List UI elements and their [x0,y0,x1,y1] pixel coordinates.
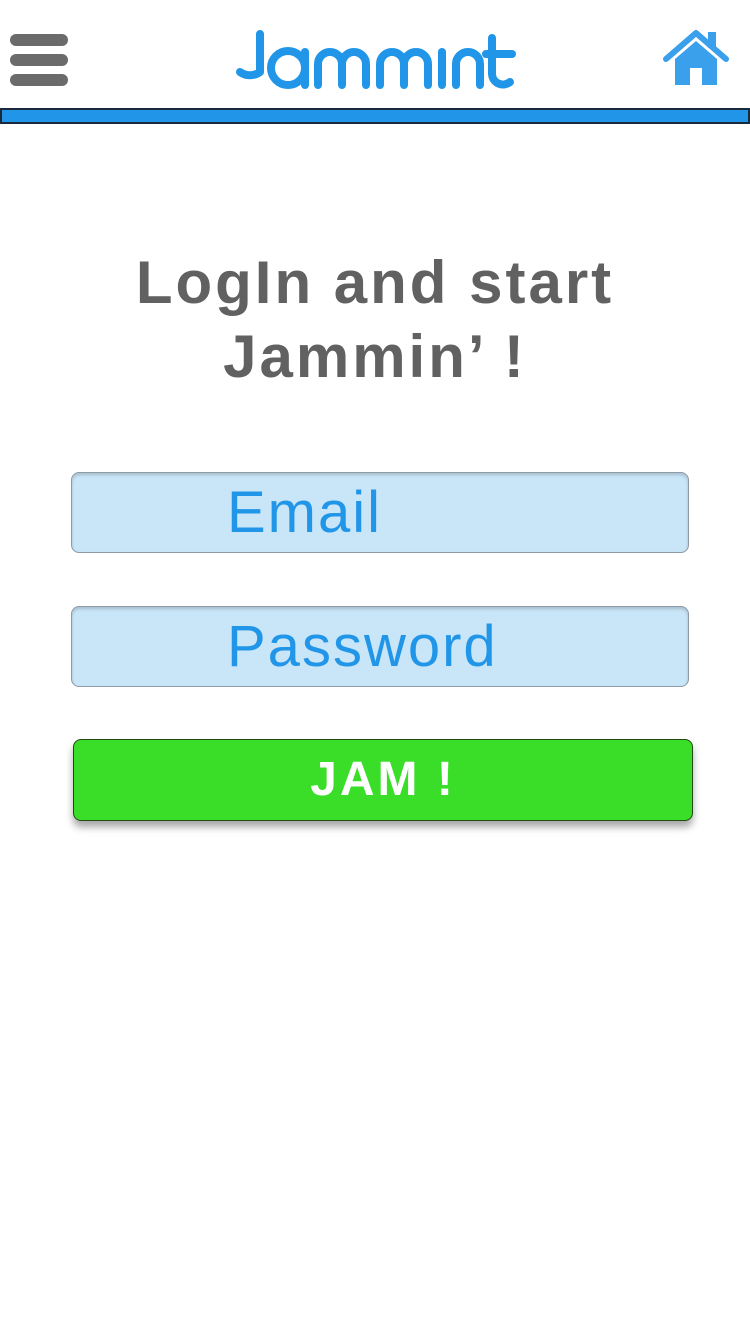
page-title-line-2: Jammin’ ! [223,323,527,390]
login-screen: LogIn and start Jammin’ ! JAM ! [0,0,750,1334]
home-button[interactable] [662,28,730,88]
home-icon [663,30,729,85]
menu-icon-bar [10,54,68,66]
menu-button[interactable] [10,34,68,88]
page-title: LogIn and start Jammin’ ! [0,246,750,394]
email-field[interactable] [72,473,688,552]
app-header [0,0,750,108]
menu-icon-bar [10,34,68,46]
jammint-logo [234,28,516,92]
jammint-logo-graphic [236,30,516,89]
menu-icon-bar [10,74,68,86]
page-title-line-1: LogIn and start [135,249,615,316]
password-field[interactable] [72,607,688,686]
email-field-container [71,472,689,553]
jam-submit-button[interactable]: JAM ! [73,739,693,821]
password-field-container [71,606,689,687]
header-divider [0,108,750,124]
